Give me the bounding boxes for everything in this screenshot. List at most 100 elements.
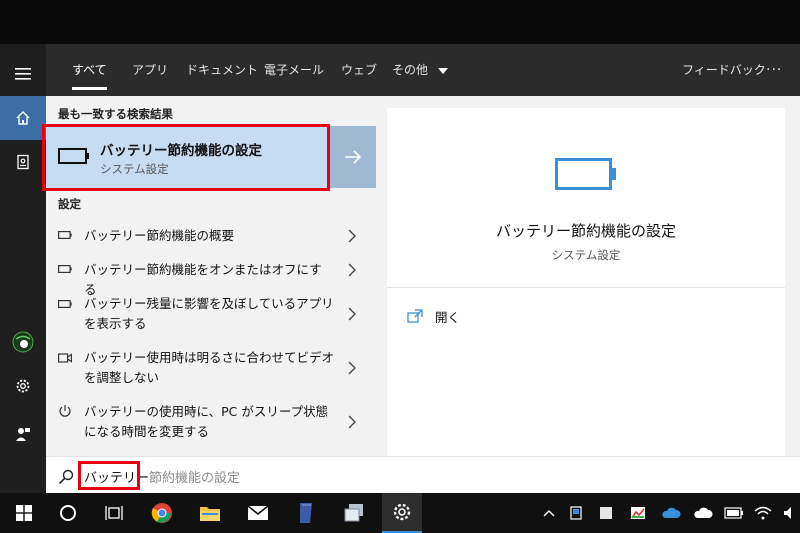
list-item[interactable]: バッテリー節約機能をオンまたはオフにする bbox=[46, 258, 376, 297]
left-rail bbox=[0, 44, 46, 493]
gear-icon bbox=[393, 503, 411, 521]
results-pane: 最も一致する検索結果 バッテリー節約機能の設定 システム設定 設定 バッテリー節… bbox=[42, 96, 376, 456]
list-item-line1: バッテリーの使用時に、PC がスリープ状態 bbox=[84, 404, 329, 419]
search-box[interactable]: バッテリー節約機能の設定 bbox=[46, 456, 800, 494]
list-item[interactable]: バッテリー残量に影響を及ぼしているアプリ を表示する bbox=[46, 292, 376, 336]
taskbar bbox=[0, 493, 800, 533]
battery-charging-icon bbox=[724, 507, 743, 519]
arrow-right-icon bbox=[345, 150, 362, 164]
feedback-hub-button[interactable] bbox=[0, 412, 46, 456]
chevron-up-icon bbox=[543, 510, 555, 517]
volume-button[interactable] bbox=[780, 493, 800, 533]
speaker-icon bbox=[784, 507, 791, 519]
chart-app-icon bbox=[631, 507, 645, 519]
wifi-icon bbox=[754, 506, 772, 520]
notebook-button[interactable] bbox=[0, 140, 46, 184]
settings-button[interactable] bbox=[0, 364, 46, 408]
highlight-box-typed bbox=[78, 461, 140, 490]
windows-logo-icon bbox=[16, 505, 32, 521]
cortana-button[interactable] bbox=[48, 493, 88, 533]
circle-icon bbox=[60, 505, 76, 521]
file-explorer-button[interactable] bbox=[190, 493, 230, 533]
chevron-right-icon bbox=[348, 229, 356, 243]
home-icon bbox=[16, 111, 30, 125]
task-view-button[interactable] bbox=[94, 493, 134, 533]
avatar-icon bbox=[12, 331, 34, 353]
open-arrow-button[interactable] bbox=[330, 126, 376, 188]
battery-outline-icon bbox=[58, 265, 72, 273]
best-match-header: 最も一致する検索結果 bbox=[58, 107, 173, 121]
mail-button[interactable] bbox=[238, 493, 278, 533]
preview-title: バッテリー節約機能の設定 bbox=[495, 222, 676, 240]
list-item-label: バッテリー使用時は明るさに合わせてビデオ を調整しない bbox=[84, 348, 334, 388]
task-view-icon bbox=[105, 506, 123, 520]
tab-apps[interactable]: アプリ bbox=[132, 44, 168, 96]
open-external-icon bbox=[407, 309, 423, 323]
desktop-top-strip bbox=[0, 0, 800, 44]
tab-email[interactable]: 電子メール bbox=[264, 44, 324, 96]
battery-outline-icon bbox=[58, 231, 72, 239]
chevron-right-icon bbox=[348, 307, 356, 321]
tab-more[interactable]: その他 bbox=[392, 44, 448, 96]
network-button[interactable] bbox=[752, 493, 774, 533]
list-item-line1: バッテリー残量に影響を及ぼしているアプリ bbox=[84, 296, 334, 311]
feedback-link[interactable]: フィードバック bbox=[682, 44, 766, 96]
hamburger-menu-button[interactable] bbox=[0, 52, 46, 96]
list-item-label: バッテリー残量に影響を及ぼしているアプリ を表示する bbox=[84, 294, 334, 334]
list-item[interactable]: バッテリー使用時は明るさに合わせてビデオ を調整しない bbox=[46, 346, 376, 390]
list-item-line2: を表示する bbox=[84, 316, 147, 331]
list-item[interactable]: バッテリー節約機能の概要 bbox=[46, 224, 376, 248]
hamburger-icon bbox=[15, 68, 31, 80]
open-action-label: 開く bbox=[435, 309, 461, 325]
divider bbox=[387, 287, 785, 288]
list-item-line2: を調整しない bbox=[84, 370, 160, 385]
preview-pane: バッテリー節約機能の設定 システム設定 開く bbox=[387, 108, 785, 456]
home-button[interactable] bbox=[0, 96, 46, 140]
person-icon bbox=[16, 428, 30, 441]
more-options-button[interactable]: ··· bbox=[766, 44, 782, 96]
tab-more-label: その他 bbox=[392, 63, 429, 77]
settings-taskbar-button[interactable] bbox=[382, 493, 422, 533]
list-item-label: バッテリーの使用時に、PC がスリープ状態 になる時間を変更する bbox=[84, 402, 334, 442]
battery-outline-icon bbox=[58, 300, 72, 308]
list-item[interactable]: バッテリーの使用時に、PC がスリープ状態 になる時間を変更する bbox=[46, 400, 376, 444]
chevron-right-icon bbox=[348, 263, 356, 277]
start-button[interactable] bbox=[4, 493, 44, 533]
window-stack-icon bbox=[344, 504, 363, 522]
list-item-label: バッテリー節約機能の概要 bbox=[84, 228, 235, 243]
app-window-button[interactable] bbox=[334, 493, 374, 533]
power-icon bbox=[59, 405, 71, 417]
tray-app-button[interactable] bbox=[596, 493, 616, 533]
settings-section-header: 設定 bbox=[58, 197, 81, 211]
battery-large-icon bbox=[555, 158, 616, 190]
user-avatar-button[interactable] bbox=[0, 320, 46, 364]
cloud-icon bbox=[662, 507, 681, 518]
chevron-right-icon bbox=[348, 415, 356, 429]
window-icon bbox=[600, 507, 612, 519]
open-action[interactable]: 開く bbox=[407, 306, 460, 326]
gear-icon bbox=[16, 379, 30, 393]
tablet-icon bbox=[570, 506, 582, 520]
search-scope-tabs: すべて アプリ ドキュメント 電子メール ウェブ その他 フィードバック ··· bbox=[46, 44, 800, 96]
battery-status-button[interactable] bbox=[722, 493, 746, 533]
onedrive-button[interactable] bbox=[660, 493, 682, 533]
tab-web[interactable]: ウェブ bbox=[341, 44, 377, 96]
chevron-down-icon bbox=[437, 67, 448, 74]
show-hidden-icons-button[interactable] bbox=[540, 493, 558, 533]
chrome-icon bbox=[151, 503, 172, 523]
tab-documents[interactable]: ドキュメント bbox=[186, 44, 258, 96]
tab-all[interactable]: すべて bbox=[72, 44, 107, 96]
preview-subtitle: システム設定 bbox=[551, 248, 621, 262]
tray-app-button[interactable] bbox=[628, 493, 648, 533]
tray-app-button[interactable] bbox=[566, 493, 586, 533]
highlight-box-best-match bbox=[42, 124, 330, 191]
list-item-line2: になる時間を変更する bbox=[84, 424, 210, 439]
chrome-taskbar-button[interactable] bbox=[142, 493, 182, 533]
cloud-sync-button[interactable] bbox=[692, 493, 714, 533]
cloud-icon bbox=[694, 507, 713, 518]
search-suggestion-text: 節約機能の設定 bbox=[149, 471, 241, 486]
chevron-right-icon bbox=[348, 361, 356, 375]
mail-icon bbox=[247, 505, 269, 520]
video-icon bbox=[58, 353, 72, 363]
document-app-button[interactable] bbox=[286, 493, 326, 533]
